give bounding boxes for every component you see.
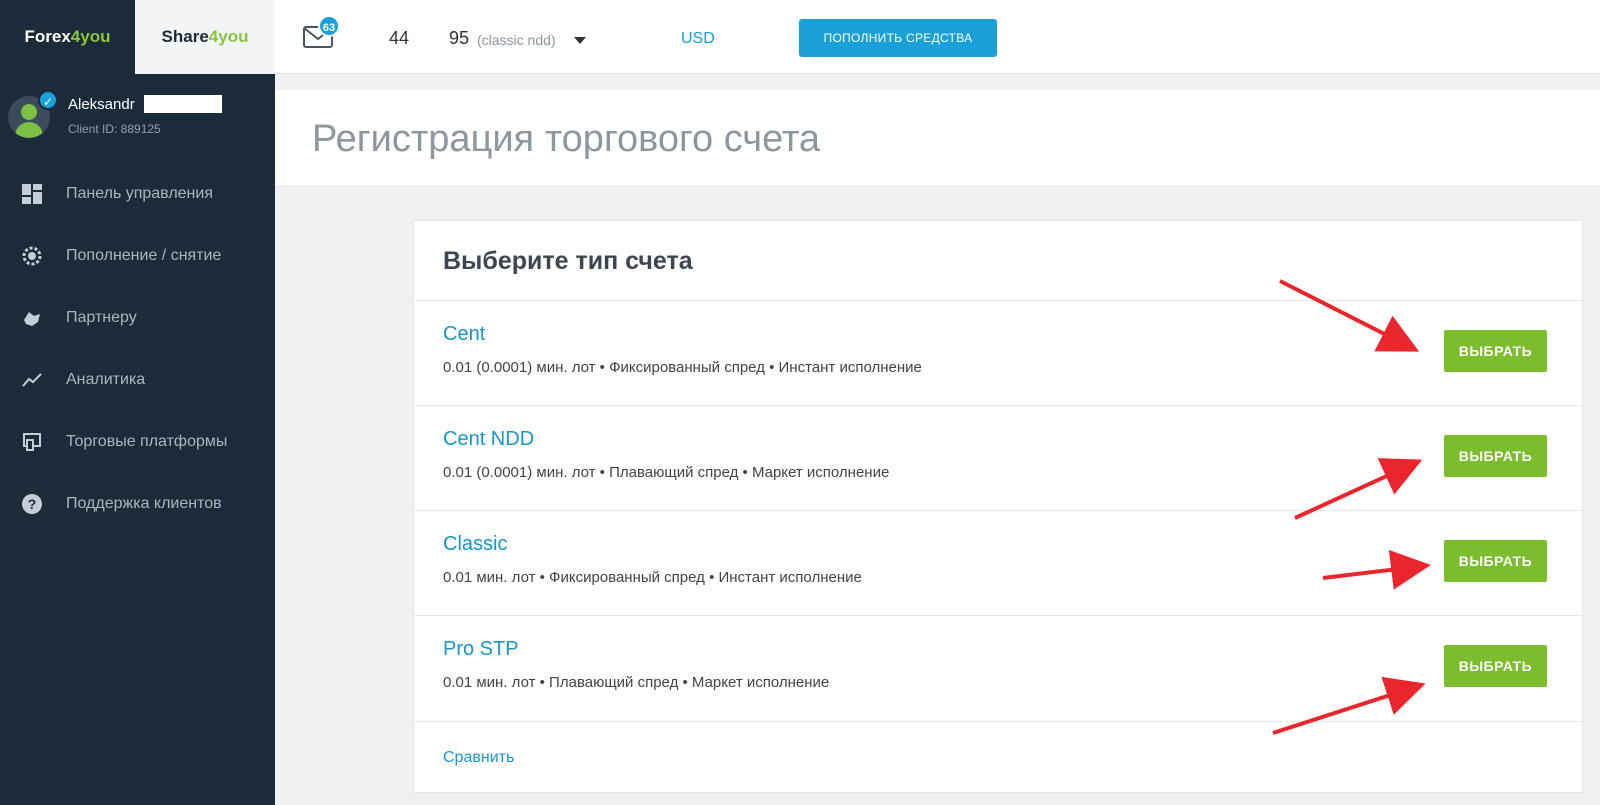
avatar-head [21, 104, 37, 120]
sidebar-item-dashboard[interactable]: Панель управления [0, 163, 275, 225]
chevron-down-icon[interactable] [574, 37, 586, 44]
account-description: 0.01 мин. лот • Фиксированный спред • Ин… [443, 569, 862, 586]
page-header: Регистрация торгового счета [275, 90, 1600, 185]
svg-text:?: ? [28, 496, 37, 512]
account-description: 0.01 (0.0001) мин. лот • Фиксированный с… [443, 359, 922, 376]
account-name[interactable]: Cent [443, 323, 485, 346]
account-type[interactable]: (classic ndd) [477, 32, 556, 48]
coins-icon [20, 244, 44, 268]
sidebar-item-platforms[interactable]: Торговые платформы [0, 411, 275, 473]
mail-count-badge: 63 [318, 15, 340, 37]
help-icon: ? [20, 492, 44, 516]
select-cent-ndd-button[interactable]: ВЫБРАТЬ [1444, 435, 1547, 477]
name-redaction [144, 95, 222, 113]
share-logo-accent: 4you [208, 27, 249, 46]
handshake-icon [20, 306, 44, 330]
sidebar-item-support[interactable]: ? Поддержка клиентов [0, 473, 275, 535]
forex-logo-accent: 4you [70, 27, 111, 46]
account-name[interactable]: Pro STP [443, 638, 519, 661]
share4you-tab[interactable]: Share 4you [135, 0, 275, 74]
account-row-classic: Classic 0.01 мин. лот • Фиксированный сп… [414, 510, 1582, 615]
sidebar-item-analytics[interactable]: Аналитика [0, 349, 275, 411]
compare-link[interactable]: Сравнить [443, 749, 514, 767]
dashboard-icon [20, 182, 44, 206]
card-title: Выберите тип счета [443, 247, 693, 275]
account-row-cent-ndd: Cent NDD 0.01 (0.0001) мин. лот • Плаваю… [414, 405, 1582, 510]
account-description: 0.01 мин. лот • Плавающий спред • Маркет… [443, 674, 830, 691]
account-name[interactable]: Classic [443, 533, 507, 556]
account-number-partial: 44 [389, 28, 410, 48]
verified-check-icon: ✓ [38, 90, 58, 110]
select-classic-button[interactable]: ВЫБРАТЬ [1444, 540, 1547, 582]
user-name: Aleksandr [68, 96, 135, 113]
client-id: Client ID: 889125 [68, 122, 161, 136]
sidebar-item-label: Пополнение / снятие [66, 247, 222, 264]
platforms-icon [20, 430, 44, 454]
sidebar-item-deposit-withdraw[interactable]: Пополнение / снятие [0, 225, 275, 287]
account-row-cent: Cent 0.01 (0.0001) мин. лот • Фиксирован… [414, 300, 1582, 405]
sidebar-item-label: Поддержка клиентов [66, 495, 222, 512]
deposit-button[interactable]: ПОПОЛНИТЬ СРЕДСТВА [799, 19, 997, 57]
select-pro-stp-button[interactable]: ВЫБРАТЬ [1444, 645, 1547, 687]
account-number[interactable]: 95 [449, 28, 469, 49]
select-cent-button[interactable]: ВЫБРАТЬ [1444, 330, 1547, 372]
avatar-body [15, 122, 43, 138]
chart-line-icon [20, 368, 44, 392]
sidebar-item-label: Партнеру [66, 309, 137, 326]
account-row-pro-stp: Pro STP 0.01 мин. лот • Плавающий спред … [414, 615, 1582, 720]
compare-row: Сравнить [414, 721, 1582, 793]
currency-label: USD [681, 30, 715, 47]
sidebar-nav: Панель управления Пополнение / снятие Па… [0, 163, 275, 535]
page-title: Регистрация торгового счета [312, 118, 821, 160]
forex-logo-text: Forex [24, 27, 71, 46]
account-name[interactable]: Cent NDD [443, 428, 534, 451]
sidebar-item-partner[interactable]: Партнеру [0, 287, 275, 349]
account-description: 0.01 (0.0001) мин. лот • Плавающий спред… [443, 464, 890, 481]
account-type-card: Выберите тип счета Cent 0.01 (0.0001) ми… [413, 220, 1583, 793]
share-logo-text: Share [161, 27, 209, 46]
brand-tabs: Forex 4you Share 4you [0, 0, 275, 74]
forex4you-tab[interactable]: Forex 4you [0, 0, 135, 74]
sidebar: Forex 4you Share 4you ✓ Aleksandr Client I… [0, 0, 275, 805]
sidebar-item-label: Торговые платформы [66, 433, 228, 450]
sidebar-item-label: Панель управления [66, 185, 213, 202]
sidebar-item-label: Аналитика [66, 371, 146, 388]
